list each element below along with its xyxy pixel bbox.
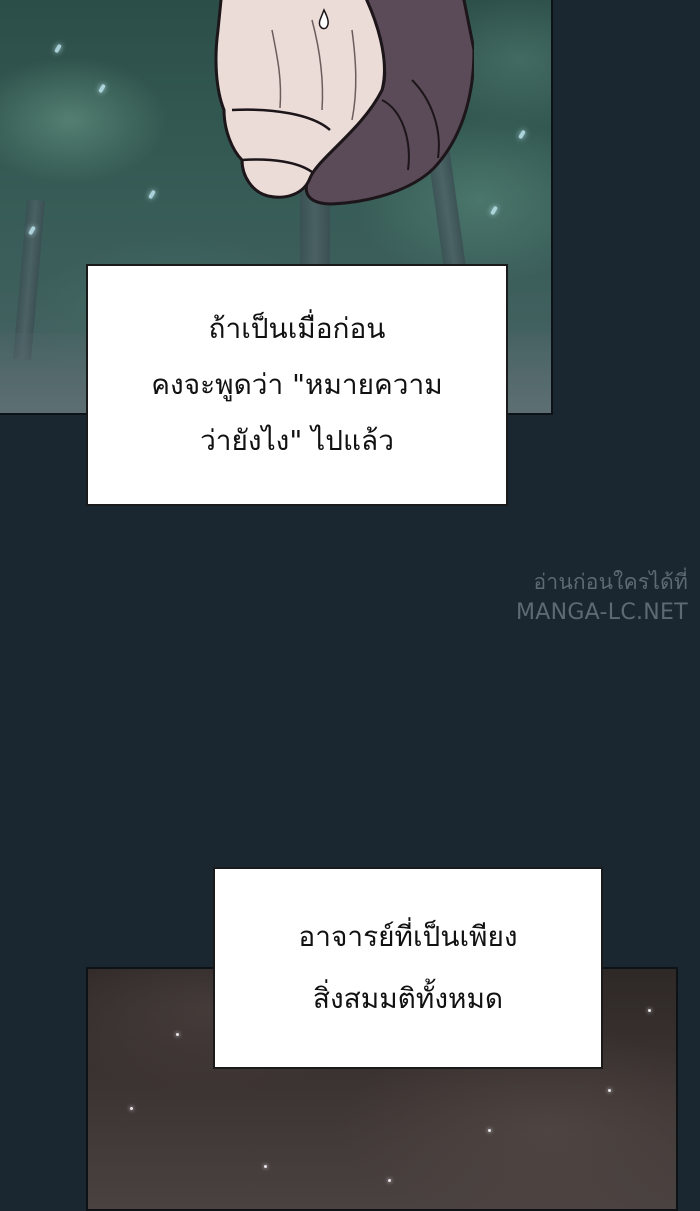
watermark-line: อ่านก่อนใครได้ที่ [533,570,688,594]
sparkle [490,205,498,216]
star [488,1129,491,1132]
star [648,1009,651,1012]
sparkle [148,189,156,200]
narration-line: สิ่งสมมติทั้งหมด [312,982,504,1015]
narration-line: ว่ายังไง" ไปแล้ว [200,424,394,457]
star [264,1165,267,1168]
sparkle [54,43,62,54]
watermark-site: MANGA-LC.NET [515,600,688,625]
narration-box-bottom: อาจารย์ที่เป็นเพียง สิ่งสมมติทั้งหมด [213,867,603,1069]
narration-line: อาจารย์ที่เป็นเพียง [298,920,518,953]
narration-line: คงจะพูดว่า "หมายความ [151,368,443,401]
narration-line: ถ้าเป็นเมื่อก่อน [208,312,386,345]
star [388,1179,391,1182]
star [130,1107,133,1110]
sparkle [98,83,106,94]
star [608,1089,611,1092]
narration-box-top: ถ้าเป็นเมื่อก่อน คงจะพูดว่า "หมายความ ว่… [86,264,508,506]
watermark: อ่านก่อนใครได้ที่ MANGA-LC.NET [516,567,688,629]
star [176,1033,179,1036]
fist-illustration [214,0,474,206]
sparkle [518,129,526,140]
